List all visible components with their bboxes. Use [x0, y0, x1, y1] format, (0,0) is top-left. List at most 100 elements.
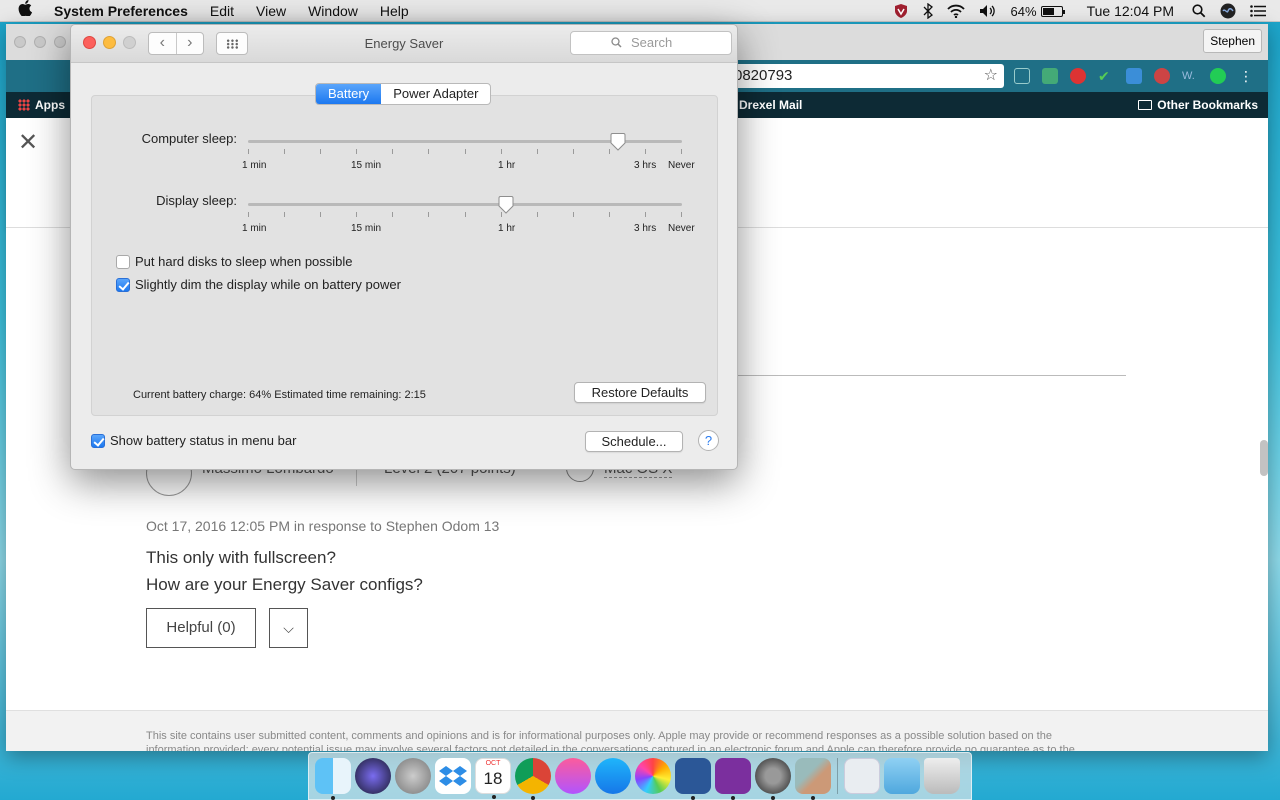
forward-button[interactable]: › — [177, 33, 204, 54]
wifi-icon[interactable] — [946, 4, 965, 18]
display-sleep-track[interactable] — [248, 203, 682, 206]
menu-app-name[interactable]: System Preferences — [54, 3, 188, 19]
dock-separator — [837, 758, 838, 794]
flag-extension-icon[interactable] — [1154, 68, 1170, 84]
search-icon — [611, 32, 622, 55]
computer-sleep-tick-15min: 15 min — [351, 160, 382, 171]
check-extension-icon[interactable]: ✔ — [1098, 68, 1114, 84]
show-all-button[interactable] — [216, 32, 248, 55]
folder-stack-icon[interactable] — [884, 758, 920, 794]
slider-tick — [609, 212, 610, 217]
window-titlebar[interactable]: ‹ › Energy Saver Search — [71, 25, 737, 63]
shield-icon[interactable] — [893, 3, 909, 19]
calendar-month: OCT — [485, 760, 501, 767]
show-battery-status-row[interactable]: Show battery status in menu bar — [91, 433, 296, 448]
app-store-icon[interactable] — [595, 758, 631, 794]
menu-clock[interactable]: Tue 12:04 PM — [1087, 3, 1174, 19]
tab-power-adapter[interactable]: Power Adapter — [381, 84, 490, 104]
address-text: 0820793 — [734, 67, 793, 84]
menu-help[interactable]: Help — [380, 3, 409, 19]
menu-view[interactable]: View — [256, 3, 286, 19]
menu-bar: System Preferences Edit View Window Help… — [0, 0, 1280, 22]
slider-tick — [645, 149, 646, 154]
dim-display-checkbox[interactable] — [116, 277, 130, 292]
display-sleep-slider-knob[interactable] — [498, 196, 514, 214]
schedule-button[interactable]: Schedule... — [585, 431, 683, 452]
launchpad-icon[interactable] — [395, 758, 431, 794]
word-extension-icon[interactable]: W. — [1182, 68, 1198, 84]
hard-disk-sleep-label[interactable]: Put hard disks to sleep when possible — [135, 254, 353, 269]
dropbox-icon[interactable] — [435, 758, 471, 794]
downloads-stack-icon[interactable] — [844, 758, 880, 794]
slider-tick — [248, 149, 249, 154]
grammarly-icon[interactable] — [1210, 68, 1226, 84]
display-sleep-tick-15min: 15 min — [351, 223, 382, 234]
more-options-button[interactable]: ⌵ — [269, 608, 308, 648]
menu-edit[interactable]: Edit — [210, 3, 234, 19]
tab-battery[interactable]: Battery — [316, 84, 382, 104]
show-battery-status-checkbox[interactable] — [91, 433, 105, 448]
dropbox-extension-icon[interactable] — [1126, 68, 1142, 84]
bookmark-star-icon[interactable]: ☆ — [984, 64, 998, 88]
cast-icon[interactable] — [1014, 68, 1030, 84]
calendar-icon[interactable]: OCT 18 — [475, 758, 511, 799]
dim-display-checkbox-row[interactable]: Slightly dim the display while on batter… — [116, 277, 401, 292]
slider-tick — [465, 212, 466, 217]
bookmark-drexel-mail[interactable]: Drexel Mail — [739, 98, 802, 112]
siri-icon[interactable] — [1220, 3, 1236, 19]
footer-disclaimer: This site contains user submitted conten… — [146, 730, 1075, 751]
post-text-line-1: This only with fullscreen? — [146, 548, 336, 567]
battery-status[interactable]: 64% — [1011, 4, 1065, 19]
restore-defaults-button[interactable]: Restore Defaults — [574, 382, 706, 403]
slider-tick — [537, 149, 538, 154]
close-icon[interactable]: ✕ — [18, 128, 38, 157]
tab-group: Battery Power Adapter — [315, 83, 492, 105]
chrome-menu-icon[interactable]: ⋮ — [1238, 68, 1254, 84]
timer-extension-icon[interactable] — [1042, 68, 1058, 84]
dim-display-label[interactable]: Slightly dim the display while on batter… — [135, 277, 401, 292]
finder-icon[interactable] — [315, 758, 351, 800]
system-preferences-icon[interactable] — [755, 758, 791, 800]
helpful-button[interactable]: Helpful (0) — [146, 608, 256, 648]
bookmark-other[interactable]: Other Bookmarks — [1138, 98, 1258, 112]
notification-center-icon[interactable] — [1250, 5, 1266, 17]
volume-icon[interactable] — [979, 4, 997, 18]
chrome-icon[interactable] — [515, 758, 551, 800]
spotlight-icon[interactable] — [1192, 4, 1206, 18]
computer-sleep-slider-knob[interactable] — [610, 133, 626, 151]
computer-sleep-tick-3hrs: 3 hrs — [634, 160, 657, 171]
siri-dock-icon[interactable] — [355, 758, 391, 794]
browser-minimize-button[interactable] — [34, 36, 46, 48]
menu-window[interactable]: Window — [308, 3, 358, 19]
show-battery-status-label[interactable]: Show battery status in menu bar — [110, 433, 296, 448]
slider-tick — [645, 212, 646, 217]
page-footer: This site contains user submitted conten… — [6, 710, 1268, 751]
trash-icon[interactable] — [924, 758, 960, 794]
adblock-icon[interactable] — [1070, 68, 1086, 84]
bluetooth-icon[interactable] — [923, 3, 933, 19]
profile-button[interactable]: Stephen — [1203, 29, 1262, 53]
itunes-icon[interactable] — [555, 758, 591, 794]
help-button[interactable]: ? — [698, 430, 719, 451]
back-button[interactable]: ‹ — [149, 33, 177, 54]
slider-tick — [537, 212, 538, 217]
window-close-button[interactable] — [83, 36, 96, 49]
onenote-icon[interactable] — [715, 758, 751, 800]
search-input[interactable]: Search — [570, 31, 732, 55]
hard-disk-sleep-checkbox-row[interactable]: Put hard disks to sleep when possible — [116, 254, 353, 269]
browser-zoom-button[interactable] — [54, 36, 66, 48]
scrollbar[interactable] — [1260, 440, 1268, 476]
display-sleep-tick-never: Never — [668, 223, 695, 234]
battery-icon — [1040, 5, 1065, 17]
slider-tick — [501, 149, 502, 154]
browser-close-button[interactable] — [14, 36, 26, 48]
preview-icon[interactable] — [795, 758, 831, 800]
word-icon[interactable] — [675, 758, 711, 800]
window-zoom-button[interactable] — [123, 36, 136, 49]
bookmark-apps[interactable]: Apps — [18, 98, 65, 112]
address-bar[interactable]: 0820793 ☆ — [726, 64, 1004, 88]
hard-disk-sleep-checkbox[interactable] — [116, 254, 130, 269]
photos-icon[interactable] — [635, 758, 671, 794]
window-minimize-button[interactable] — [103, 36, 116, 49]
apple-icon[interactable] — [18, 0, 36, 21]
